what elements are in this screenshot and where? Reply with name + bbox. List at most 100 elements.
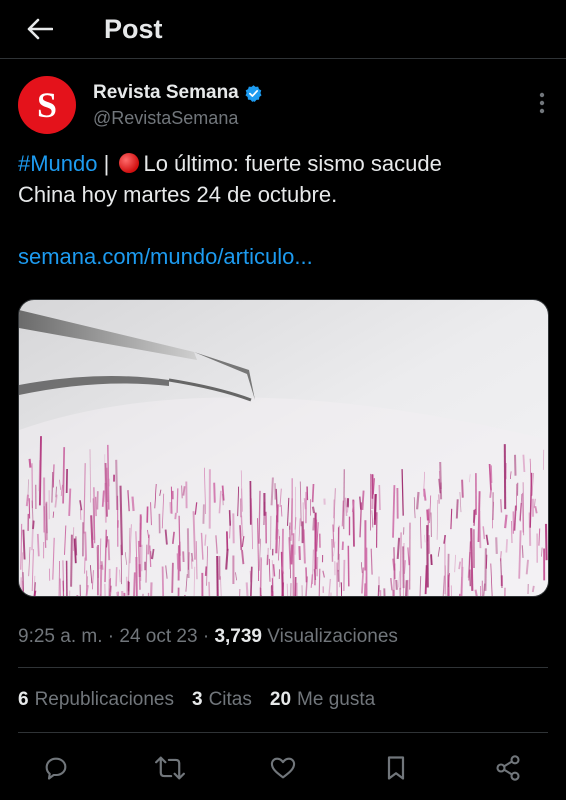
trace-line [216,555,219,596]
trace-line [311,506,316,514]
trace-line [504,514,508,529]
reply-button[interactable] [38,750,74,786]
like-button[interactable] [265,750,301,786]
trace-line [181,485,183,499]
hashtag-link[interactable]: #Mundo [18,151,98,176]
repost-button[interactable] [152,750,188,786]
trace-line [302,529,306,564]
trace-line [495,537,498,554]
arrow-left-icon [27,18,53,40]
trace-line [469,569,471,587]
trace-line [405,580,408,596]
post-text-line2: China hoy martes 24 de octubre. [18,182,338,207]
trace-line [347,545,350,587]
trace-line [176,553,180,570]
post-text-line1: Lo último: fuerte sismo sacude [143,151,442,176]
post-screen: Post S Revista Semana @RevistaSemana #Mu… [0,0,566,800]
more-options-button[interactable] [532,88,552,118]
trace-line [99,564,103,596]
trace-line [399,532,402,590]
trace-line [36,533,40,557]
trace-line [333,499,335,519]
author-name-wrap: Revista Semana [93,82,263,104]
trace-line [513,454,517,476]
post-time[interactable]: 9:25 a. m. [18,626,103,647]
back-button[interactable] [22,11,58,47]
trace-line [489,489,492,498]
likes-count: 20 [269,689,292,710]
avatar-letter: S [36,85,58,125]
trace-line [393,547,396,580]
trace-line [228,510,231,526]
trace-line [377,585,380,596]
trace-line [430,554,433,566]
avatar[interactable]: S [18,76,76,134]
trace-line [145,544,148,583]
trace-line [470,528,474,591]
trace-line [294,576,297,596]
trace-line [213,482,216,503]
trace-line [164,529,168,545]
trace-line [505,539,508,553]
trace-line [396,537,401,559]
trace-line [73,538,77,564]
trace-line [272,564,276,577]
trace-line [461,479,464,498]
trace-line [346,505,349,513]
likes-stat[interactable]: 20 Me gusta [270,689,375,711]
trace-line [107,539,111,561]
reposts-stat[interactable]: 6 Republicaciones [18,689,174,711]
trace-line [21,580,24,596]
article-link[interactable]: semana.com/mundo/articulo... [18,244,313,270]
trace-line [62,447,66,504]
share-icon [496,755,520,781]
meta-dot: · [202,626,215,647]
trace-line [115,567,118,587]
trace-line [416,491,420,510]
trace-line [395,579,398,590]
trace-line [371,474,375,510]
trace-line [458,561,462,570]
trace-line [373,494,377,520]
trace-line [204,534,207,546]
views-label: Visualizaciones [267,626,398,647]
trace-line [426,509,430,521]
page-title: Post [104,13,163,44]
trace-line [133,572,136,596]
trace-line [25,494,30,507]
trace-line [90,515,94,549]
quotes-stat[interactable]: 3 Citas [192,689,252,711]
trace-line [222,493,224,506]
bookmark-button[interactable] [378,750,414,786]
meta-dot: · [107,626,120,647]
post-image[interactable] [18,299,549,597]
action-bar [0,750,566,786]
post-date[interactable]: 24 oct 23 [119,626,197,647]
trace-line [312,517,316,531]
trace-line [311,483,315,503]
post-text: #Mundo | Lo último: fuerte sismo sacude … [18,148,548,210]
trace-line [84,531,88,561]
trace-line [93,487,96,544]
trace-line [303,498,307,510]
trace-line [65,560,68,596]
author-row: S Revista Semana @RevistaSemana [18,76,552,136]
author-handle[interactable]: @RevistaSemana [93,108,238,129]
trace-line [275,504,279,554]
trace-line [525,559,529,575]
trace-line [361,490,365,510]
trace-line [455,499,459,519]
author-name[interactable]: Revista Semana [93,82,239,104]
trace-line [458,593,461,596]
share-button[interactable] [490,750,526,786]
trace-line [174,512,177,520]
trace-line [176,488,179,513]
trace-line [58,560,60,596]
trace-line [28,458,32,468]
divider [18,732,548,733]
more-vertical-icon [539,92,545,114]
trace-line [521,545,524,558]
trace-line [131,496,135,512]
trace-line [298,546,301,561]
trace-line [281,582,285,596]
